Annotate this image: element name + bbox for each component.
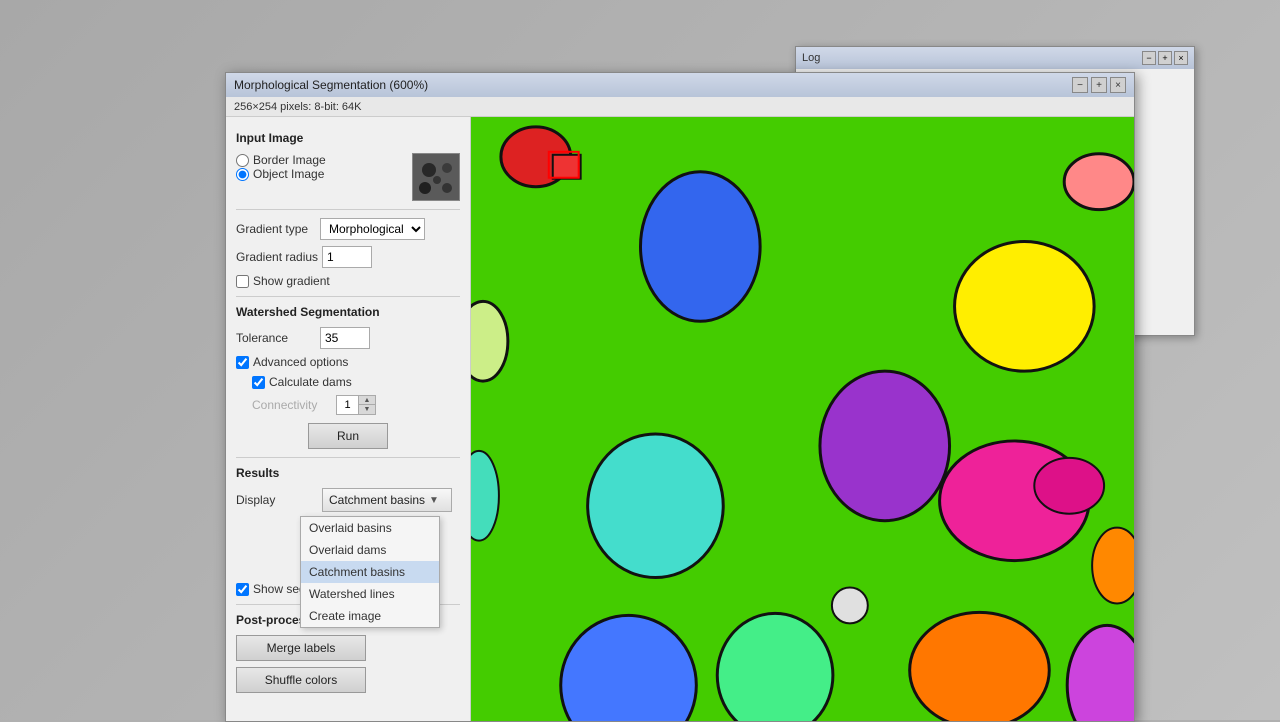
image-thumbnail bbox=[412, 153, 460, 201]
gradient-radius-input[interactable] bbox=[322, 246, 372, 268]
object-image-label: Object Image bbox=[253, 167, 324, 181]
log-titlebar-buttons: − + × bbox=[1142, 51, 1188, 65]
thumbnail-svg bbox=[413, 154, 460, 201]
main-title: Morphological Segmentation (600%) bbox=[234, 78, 428, 92]
divider-3 bbox=[236, 457, 460, 458]
log-close-button[interactable]: × bbox=[1174, 51, 1188, 65]
border-image-radio[interactable] bbox=[236, 154, 249, 167]
advanced-options-checkbox[interactable] bbox=[236, 356, 249, 369]
spinbox-up-button[interactable]: ▲ bbox=[359, 396, 375, 405]
advanced-options-row: Advanced options bbox=[236, 355, 460, 369]
dropdown-arrow-icon: ▼ bbox=[429, 495, 439, 506]
dropdown-item-create-image[interactable]: Create image bbox=[301, 605, 439, 627]
dropdown-item-overlaid-basins[interactable]: Overlaid basins bbox=[301, 517, 439, 539]
advanced-options-content: Calculate dams Connectivity ▲ ▼ bbox=[252, 375, 460, 415]
display-row: Display Catchment basins ▼ Overlaid basi… bbox=[236, 488, 460, 512]
advanced-options-label: Advanced options bbox=[253, 355, 348, 369]
spinbox-down-button[interactable]: ▼ bbox=[359, 405, 375, 414]
main-titlebar: Morphological Segmentation (600%) − + × bbox=[226, 73, 1134, 97]
main-window: Morphological Segmentation (600%) − + × … bbox=[225, 72, 1135, 722]
connectivity-input[interactable] bbox=[337, 396, 359, 414]
run-button[interactable]: Run bbox=[308, 423, 388, 449]
input-image-radios: Border Image Object Image bbox=[236, 153, 406, 181]
input-image-title: Input Image bbox=[236, 131, 460, 145]
calc-dams-label: Calculate dams bbox=[269, 375, 352, 389]
divider-2 bbox=[236, 296, 460, 297]
gradient-type-select[interactable]: Morphological bbox=[320, 218, 425, 240]
titlebar-buttons: − + × bbox=[1072, 77, 1126, 93]
border-image-label: Border Image bbox=[253, 153, 326, 167]
log-maximize-button[interactable]: + bbox=[1158, 51, 1172, 65]
gradient-radius-row: Gradient radius bbox=[236, 246, 460, 268]
close-button[interactable]: × bbox=[1110, 77, 1126, 93]
status-text: 256×254 pixels: 8-bit: 64K bbox=[234, 101, 362, 113]
status-bar: 256×254 pixels: 8-bit: 64K bbox=[226, 97, 1134, 117]
divider-1 bbox=[236, 209, 460, 210]
tolerance-row: Tolerance bbox=[236, 327, 460, 349]
dropdown-item-watershed-lines[interactable]: Watershed lines bbox=[301, 583, 439, 605]
display-dropdown-menu: Overlaid basins Overlaid dams Catchment … bbox=[300, 516, 440, 628]
border-image-row: Border Image bbox=[236, 153, 406, 167]
tolerance-label: Tolerance bbox=[236, 331, 316, 345]
watershed-title: Watershed Segmentation bbox=[236, 305, 460, 319]
input-image-row: Border Image Object Image bbox=[236, 153, 460, 201]
maximize-button[interactable]: + bbox=[1091, 77, 1107, 93]
minimize-button[interactable]: − bbox=[1072, 77, 1088, 93]
spinbox-arrows: ▲ ▼ bbox=[359, 396, 375, 414]
log-title: Log bbox=[802, 52, 820, 64]
results-title: Results bbox=[236, 466, 460, 480]
gradient-radius-label: Gradient radius bbox=[236, 250, 318, 264]
show-gradient-row: Show gradient bbox=[236, 274, 460, 288]
connectivity-spinbox: ▲ ▼ bbox=[336, 395, 376, 415]
log-titlebar: Log − + × bbox=[796, 47, 1194, 69]
object-image-row: Object Image bbox=[236, 167, 406, 181]
canvas-svg bbox=[471, 117, 1134, 721]
connectivity-row: Connectivity ▲ ▼ bbox=[252, 395, 460, 415]
show-segmentation-checkbox[interactable] bbox=[236, 583, 249, 596]
dropdown-item-overlaid-dams[interactable]: Overlaid dams bbox=[301, 539, 439, 561]
calc-dams-checkbox[interactable] bbox=[252, 376, 265, 389]
display-dropdown-value: Catchment basins bbox=[329, 493, 425, 507]
connectivity-label: Connectivity bbox=[252, 398, 332, 412]
log-minimize-button[interactable]: − bbox=[1142, 51, 1156, 65]
shuffle-colors-button[interactable]: Shuffle colors bbox=[236, 667, 366, 693]
display-label: Display bbox=[236, 493, 316, 507]
dropdown-item-catchment-basins[interactable]: Catchment basins bbox=[301, 561, 439, 583]
object-image-radio[interactable] bbox=[236, 168, 249, 181]
gradient-type-label: Gradient type bbox=[236, 222, 316, 236]
tolerance-input[interactable] bbox=[320, 327, 370, 349]
merge-labels-button[interactable]: Merge labels bbox=[236, 635, 366, 661]
display-dropdown-button[interactable]: Catchment basins ▼ bbox=[322, 488, 452, 512]
gradient-type-row: Gradient type Morphological bbox=[236, 218, 460, 240]
left-panel: Input Image Border Image Object Image bbox=[226, 117, 471, 721]
main-content: Input Image Border Image Object Image bbox=[226, 117, 1134, 721]
calc-dams-row: Calculate dams bbox=[252, 375, 460, 389]
show-gradient-label: Show gradient bbox=[253, 274, 330, 288]
show-gradient-checkbox[interactable] bbox=[236, 275, 249, 288]
image-area bbox=[471, 117, 1134, 721]
